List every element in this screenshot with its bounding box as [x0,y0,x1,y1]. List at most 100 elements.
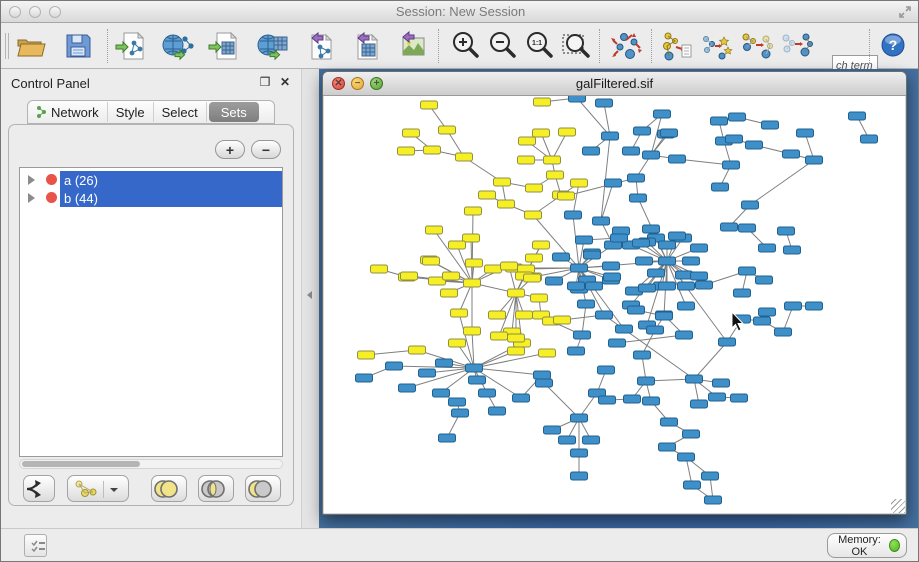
intersection-button[interactable] [198,475,234,502]
export-image-icon [393,29,427,63]
zoom-actual-size-button[interactable]: 1:1 [522,28,558,64]
graph-node [524,274,541,282]
graph-node [691,400,708,408]
graph-node [596,311,613,319]
graph-node [578,300,595,308]
expander-icon[interactable] [28,193,35,203]
graph-node [742,201,759,209]
control-panel: Control Panel ❒ ✕ Network Style Select S… [1,69,301,528]
float-panel-button[interactable]: ❒ [259,77,271,89]
graph-node [494,178,511,186]
graph-node [746,141,763,149]
first-neighbors-icon [700,29,734,63]
union-button[interactable] [151,475,187,502]
graph-node [452,409,469,417]
export-table-button[interactable] [347,28,383,64]
control-panel-header: Control Panel ❒ ✕ [1,69,301,97]
graph-node [849,112,866,120]
graph-node [565,211,582,219]
close-panel-button[interactable]: ✕ [279,77,291,89]
graph-node [513,394,530,402]
show-selected-button[interactable] [739,28,775,64]
graph-node [609,339,626,347]
graph-node [539,349,556,357]
import-network-file-button[interactable] [113,28,149,64]
graph-node [386,362,403,370]
frame-title: galFiltered.sif [323,76,906,91]
import-table-file-button[interactable] [206,28,242,64]
select-from-file-button[interactable] [659,28,695,64]
import-table-db-button[interactable] [255,28,291,64]
graph-node [734,289,751,297]
graph-node [571,449,588,457]
export-table-icon [348,29,382,63]
toolbar-drag-handle[interactable] [5,33,9,59]
graph-node [806,156,823,164]
graph-node [559,128,576,136]
frame-titlebar[interactable]: ✕ − + galFiltered.sif [323,72,906,96]
network-desktop: ✕ − + galFiltered.sif [319,69,919,528]
application-window: Session: New Session [0,0,919,562]
import-network-db-button[interactable] [160,28,196,64]
graph-node [713,379,730,387]
save-icon [62,30,94,62]
graph-node [656,312,673,320]
add-set-button[interactable]: + [215,140,245,159]
memory-status-button[interactable]: Memory: OK [827,533,907,558]
panel-divider[interactable] [301,69,319,528]
export-network-button[interactable] [301,28,337,64]
split-set-button[interactable] [23,475,55,502]
list-item[interactable]: b (44) [20,189,282,207]
zoom-in-button[interactable] [448,28,484,64]
task-history-button[interactable] [24,534,47,557]
graph-node [721,223,738,231]
first-neighbors-button[interactable] [699,28,735,64]
open-button[interactable] [13,28,49,64]
main-toolbar: 1:1 ? [1,23,919,69]
window-titlebar: Session: New Session [1,1,919,23]
help-icon: ? [880,32,906,58]
graph-node [686,375,703,383]
list-item[interactable]: a (26) [20,171,282,189]
graph-node [583,436,600,444]
graph-node [489,407,506,415]
zoom-selected-button[interactable] [558,28,594,64]
save-button[interactable] [61,28,97,64]
help-button[interactable]: ? [879,31,907,59]
graph-node [544,156,561,164]
graph-node [449,398,466,406]
graph-node [636,257,653,265]
graph-node [464,279,481,287]
graph-node [449,241,466,249]
fullscreen-icon[interactable] [898,5,912,19]
zoom-out-button[interactable] [485,28,521,64]
create-set-button[interactable] [67,475,129,502]
task-list-icon [31,539,46,553]
difference-button[interactable] [245,475,281,502]
graph-node [536,379,553,387]
tab-network[interactable]: Network [28,102,108,122]
graph-node [711,117,728,125]
scrollbar-thumb[interactable] [22,461,140,467]
export-image-button[interactable] [392,28,428,64]
graph-node [643,151,660,159]
tab-select[interactable]: Select [154,102,207,122]
layout-button[interactable] [609,28,645,64]
horizontal-scrollbar[interactable] [19,459,283,469]
show-all-button[interactable] [779,28,815,64]
graph-node [659,241,676,249]
memory-ok-icon [889,539,900,552]
tab-style[interactable]: Style [108,102,154,122]
graph-node [569,96,586,102]
graph-node [634,351,651,359]
network-view-frame[interactable]: ✕ − + galFiltered.sif [322,71,907,515]
tab-sets[interactable]: Sets [209,102,259,122]
graph-node [546,277,563,285]
graph-node [464,327,481,335]
collapse-arrow-icon[interactable] [307,291,312,299]
remove-set-button[interactable]: − [251,140,281,159]
network-canvas[interactable] [324,96,905,513]
graph-node [479,191,496,199]
expander-icon[interactable] [28,175,35,185]
resize-grip-icon[interactable] [891,499,905,513]
